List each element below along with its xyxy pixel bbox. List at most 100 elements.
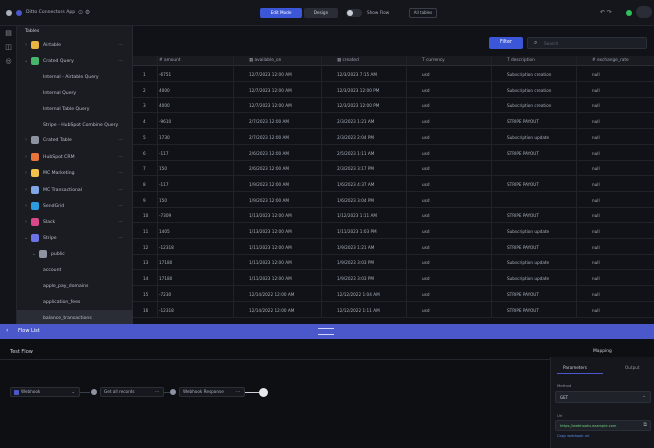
sidebar-item[interactable]: › HubSpot CRM ··· [17, 149, 133, 165]
more-icon[interactable]: ··· [118, 42, 123, 48]
column-header[interactable]: # exchange_rate [592, 58, 629, 63]
table-cell[interactable]: STRIPE PAYOUT [507, 151, 539, 156]
url-field[interactable]: https://webhooks.example.com ⧉ [555, 420, 651, 431]
table-cell[interactable]: usd [422, 198, 430, 203]
table-cell[interactable]: null [592, 166, 600, 171]
table-cell[interactable]: null [592, 103, 600, 108]
table-cell[interactable]: 1/9/2023 12:00 AM [249, 182, 289, 187]
table-cell[interactable]: 17180 [159, 260, 172, 265]
more-icon[interactable]: ··· [118, 154, 123, 160]
table-cell[interactable]: 12/7/2023 12:00 AM [249, 88, 292, 93]
sidebar-item[interactable]: › Crated Table ··· [17, 132, 133, 148]
more-icon[interactable]: ··· [118, 219, 123, 225]
table-cell[interactable]: 4000 [159, 103, 170, 108]
table-cell[interactable]: 1/11/2023 1:03 PM [337, 229, 377, 234]
sidebar-item[interactable]: › Slack ··· [17, 214, 133, 230]
chevron-down-icon[interactable]: ⌄ [23, 58, 29, 64]
column-header[interactable]: T description [507, 58, 535, 63]
sidebar-item[interactable]: Internal Table Query [17, 101, 133, 117]
table-cell[interactable]: STRIPE PAYOUT [507, 308, 539, 313]
more-icon[interactable]: ··· [118, 235, 123, 241]
chevron-right-icon[interactable]: › [23, 187, 29, 193]
search-input[interactable]: ⌕ Search [527, 37, 647, 49]
all-tables-button[interactable]: All tables [409, 8, 437, 18]
app-title[interactable]: Ditto Connectors App [26, 10, 75, 15]
tables-icon[interactable]: ▤ [4, 29, 13, 38]
table-cell[interactable]: usd [422, 103, 430, 108]
table-cell[interactable]: usd [422, 245, 430, 250]
table-cell[interactable]: usd [422, 135, 430, 140]
table-cell[interactable]: 12/7/2023 12:00 AM [249, 103, 292, 108]
table-cell[interactable]: STRIPE PAYOUT [507, 245, 539, 250]
chevron-right-icon[interactable]: › [23, 170, 29, 176]
table-cell[interactable]: Subscription update [507, 276, 549, 281]
sidebar-item[interactable]: ⌄ Crated Query ··· [17, 53, 133, 69]
drag-handle-icon[interactable] [318, 328, 334, 335]
table-cell[interactable]: -7309 [159, 213, 171, 218]
table-cell[interactable]: 1/11/2023 12:00 AM [249, 260, 292, 265]
table-cell[interactable]: usd [422, 213, 430, 218]
table-cell[interactable]: usd [422, 72, 430, 77]
column-header[interactable]: # amount [159, 58, 181, 63]
chevron-right-icon[interactable]: › [23, 42, 29, 48]
table-cell[interactable]: -117 [159, 182, 169, 187]
table-cell[interactable]: -12318 [159, 308, 174, 313]
table-cell[interactable]: 1405 [159, 229, 170, 234]
table-cell[interactable]: usd [422, 229, 430, 234]
app-actions-icon[interactable]: ⊙ ⚙ [78, 9, 90, 16]
connector-dot-icon[interactable] [170, 389, 176, 395]
more-icon[interactable]: ··· [236, 388, 240, 396]
sidebar-item[interactable]: › MC Marketing ··· [17, 165, 133, 181]
more-icon[interactable]: ··· [155, 388, 159, 396]
sidebar-item[interactable]: Stripe - HubSpot Combine Query [17, 117, 133, 133]
table-cell[interactable]: 17180 [159, 276, 172, 281]
user-avatar[interactable] [636, 6, 652, 18]
table-cell[interactable]: 2/7/2023 12:00 AM [249, 135, 289, 140]
column-header[interactable]: ▦ created [337, 58, 359, 63]
table-cell[interactable]: usd [422, 88, 430, 93]
more-icon[interactable]: ··· [118, 58, 123, 64]
sidebar-item[interactable]: account [17, 262, 133, 278]
table-cell[interactable]: 12/3/2023 12:00 PM [337, 88, 379, 93]
table-cell[interactable]: null [592, 198, 600, 203]
show-flow-toggle[interactable] [346, 9, 362, 17]
table-cell[interactable]: STRIPE PAYOUT [507, 292, 539, 297]
sidebar-item[interactable]: ⌄ public [17, 246, 133, 262]
table-cell[interactable]: null [592, 135, 600, 140]
table-cell[interactable]: 1/6/2023 4:37 AM [337, 182, 374, 187]
table-cell[interactable]: -7230 [159, 292, 171, 297]
table-cell[interactable]: 2/7/2023 12:00 AM [249, 119, 289, 124]
menu-icon[interactable] [6, 10, 12, 16]
chevron-right-icon[interactable]: › [23, 203, 29, 209]
flow-list-bar[interactable]: ‹ Flow List [0, 324, 654, 339]
copy-icon[interactable]: ⧉ [643, 422, 647, 428]
webhook-node[interactable]: Webhook ⌄ [10, 387, 80, 397]
chevron-right-icon[interactable]: › [23, 219, 29, 225]
table-cell[interactable]: 2/3/2023 3:17 PM [337, 166, 374, 171]
chevron-right-icon[interactable]: › [23, 154, 29, 160]
table-cell[interactable]: 2/3/2023 1:21 AM [337, 119, 374, 124]
table-cell[interactable]: 2/6/2023 12:00 AM [249, 151, 289, 156]
add-step-icon[interactable] [259, 388, 268, 397]
sidebar-item[interactable]: Internal Query [17, 85, 133, 101]
table-cell[interactable]: usd [422, 308, 430, 313]
table-cell[interactable]: usd [422, 292, 430, 297]
table-cell[interactable]: 12/3/2023 12:00 PM [337, 103, 379, 108]
sidebar-item[interactable]: › Airtable ··· [17, 37, 133, 53]
chevron-icon[interactable]: ‹ [6, 327, 8, 334]
table-cell[interactable]: null [592, 151, 600, 156]
table-cell[interactable]: null [592, 182, 600, 187]
table-cell[interactable]: Subscription update [507, 260, 549, 265]
copy-url-link[interactable]: Copy webhook url [557, 434, 589, 438]
table-cell[interactable]: null [592, 213, 600, 218]
more-icon[interactable]: ··· [118, 137, 123, 143]
table-cell[interactable]: 4000 [159, 88, 170, 93]
table-cell[interactable]: null [592, 88, 600, 93]
table-cell[interactable]: usd [422, 151, 430, 156]
table-cell[interactable]: 1/6/2023 3:04 PM [337, 198, 374, 203]
table-cell[interactable]: 1730 [159, 135, 170, 140]
table-cell[interactable]: null [592, 260, 600, 265]
table-cell[interactable]: usd [422, 166, 430, 171]
table-cell[interactable]: 1/9/2023 3:03 PM [337, 260, 374, 265]
table-cell[interactable]: null [592, 245, 600, 250]
